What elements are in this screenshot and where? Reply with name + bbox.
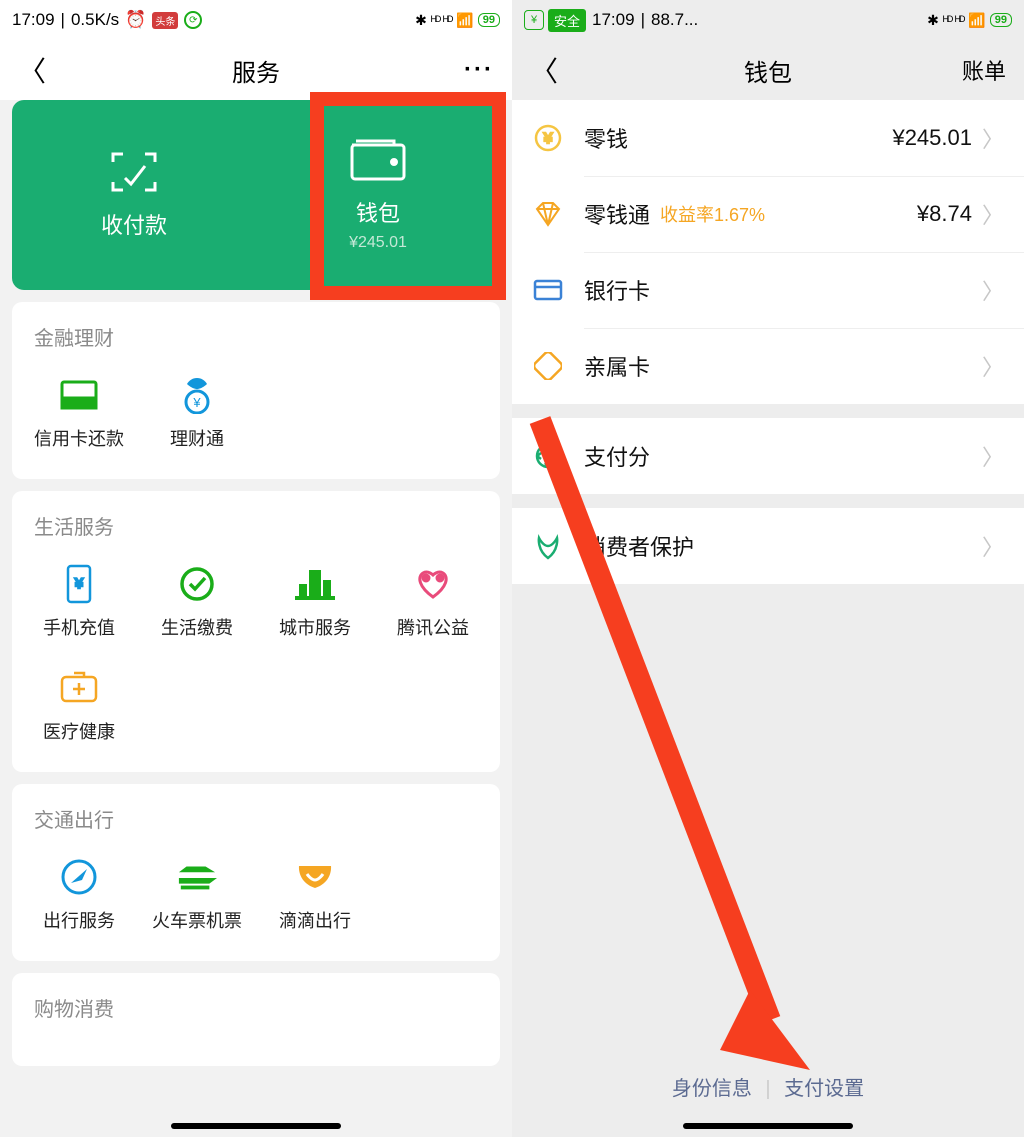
section-title-transport: 交通出行 [20,804,492,833]
wallet-button[interactable]: 钱包 ¥245.01 [256,100,500,290]
phone-wallet: ¥ 安全 17:09 | 88.7... ✱ ᴴᴰ ᴴᴰ 📶 99 〈 钱包 账… [512,0,1024,1137]
lqt-rate: 收益率1.67% [660,201,765,227]
train-icon [177,857,217,897]
med-icon [59,668,99,708]
signal-icon: ᴴᴰ ᴴᴰ [431,13,452,28]
section-title-finance: 金融理财 [20,322,492,351]
chevron-right-icon: 〉 [982,198,1004,230]
item-medical[interactable]: 医疗健康 [20,658,138,762]
chevron-right-icon: 〉 [982,530,1004,562]
phone-services: 17:09 | 0.5K/s ⏰ 头条 ⟳ ✱ ᴴᴰ ᴴᴰ 📶 99 〈 服务 … [0,0,512,1137]
row-change[interactable]: ¥ 零钱 ¥245.01 〉 [512,100,1024,176]
chevron-right-icon: 〉 [982,350,1004,382]
status-time: 17:09 [12,10,55,30]
home-indicator [171,1123,341,1129]
navbar-services: 〈 服务 ··· [0,40,512,100]
wifi-icon: 📶 [456,12,473,29]
sync-icon: ⟳ [184,11,202,29]
check-icon [177,564,217,604]
card-b-icon [530,272,566,308]
coin-y-icon: ¥ [530,120,566,156]
scan-icon [106,150,162,194]
svg-text:¥: ¥ [74,575,83,591]
nav-icon [59,857,99,897]
row-pay-score[interactable]: 支付分 〉 [512,418,1024,494]
bills-button[interactable]: 账单 [962,54,1006,86]
section-shopping: 购物消费 [12,973,500,1066]
card-icon [59,375,99,415]
back-button[interactable]: 〈 [530,50,558,90]
wallet-list-2: 支付分 〉 [512,418,1024,494]
status-pct: 88.7... [651,10,698,30]
score-icon [530,438,566,474]
lqt-value: ¥8.74 [917,201,972,227]
row-lqt[interactable]: 零钱通 收益率1.67% ¥8.74 〉 [512,176,1024,252]
status-bar-left: 17:09 | 0.5K/s ⏰ 头条 ⟳ ✱ ᴴᴰ ᴴᴰ 📶 99 [0,0,512,40]
bluetooth-icon: ✱ [927,12,939,29]
change-value: ¥245.01 [892,125,972,151]
wallet-label: 钱包 [356,196,400,228]
wallet-list-3: 消费者保护 〉 [512,508,1024,584]
wallet-balance: ¥245.01 [349,234,407,252]
svg-text:¥: ¥ [192,395,201,410]
section-transport: 交通出行 出行服务 火车票机票 滴滴出行 [12,784,500,961]
wallet-icon [350,138,406,182]
battery-icon: 99 [990,13,1012,27]
section-title-shopping: 购物消费 [20,993,492,1022]
chevron-right-icon: 〉 [982,274,1004,306]
news-badge-icon: 头条 [152,12,178,29]
heart-icon [413,564,453,604]
row-bankcard[interactable]: 银行卡 〉 [512,252,1024,328]
diamond-icon [530,196,566,232]
shield-icon: ¥ [524,10,544,30]
status-speed: 0.5K/s [71,10,119,30]
item-charity[interactable]: 腾讯公益 [374,554,492,658]
coin-icon: ¥ [177,375,217,415]
didi-icon [295,857,335,897]
section-title-life: 生活服务 [20,511,492,540]
page-title: 钱包 [512,53,1024,88]
section-life: 生活服务 ¥ 手机充值 生活缴费 城市服务 腾讯公益 医疗健康 [12,491,500,772]
bluetooth-icon: ✱ [415,12,427,29]
item-life-pay[interactable]: 生活缴费 [138,554,256,658]
pay-settings-link[interactable]: 支付设置 [784,1078,864,1100]
chevron-right-icon: 〉 [982,122,1004,154]
signal-icon: ᴴᴰ ᴴᴰ [943,13,964,28]
chevron-right-icon: 〉 [982,440,1004,472]
wallet-hero-card: 收付款 钱包 ¥245.01 [12,100,500,290]
item-city-service[interactable]: 城市服务 [256,554,374,658]
city-icon [295,564,335,604]
wallet-list-1: ¥ 零钱 ¥245.01 〉 零钱通 收益率1.67% ¥8.74 〉 银行卡 … [512,100,1024,404]
item-licaitong[interactable]: ¥ 理财通 [138,365,256,469]
status-time: 17:09 [592,10,635,30]
more-button[interactable]: ··· [464,56,494,84]
battery-icon: 99 [478,13,500,27]
pay-receive-button[interactable]: 收付款 [12,100,256,290]
row-consumer-protect[interactable]: 消费者保护 〉 [512,508,1024,584]
page-title: 服务 [0,53,512,88]
item-tickets[interactable]: 火车票机票 [138,847,256,951]
protect-icon [530,528,566,564]
back-button[interactable]: 〈 [18,50,46,90]
wifi-icon: 📶 [968,12,985,29]
identity-link[interactable]: 身份信息 [672,1078,752,1100]
family-icon [530,348,566,384]
home-indicator [683,1123,853,1129]
item-phone-topup[interactable]: ¥ 手机充值 [20,554,138,658]
alarm-icon: ⏰ [125,10,146,30]
item-didi[interactable]: 滴滴出行 [256,847,374,951]
section-finance: 金融理财 信用卡还款 ¥ 理财通 [12,302,500,479]
bottom-links: 身份信息 | 支付设置 [512,1072,1024,1101]
item-credit-repay[interactable]: 信用卡还款 [20,365,138,469]
navbar-wallet: 〈 钱包 账单 [512,40,1024,100]
item-travel[interactable]: 出行服务 [20,847,138,951]
status-bar-right: ¥ 安全 17:09 | 88.7... ✱ ᴴᴰ ᴴᴰ 📶 99 [512,0,1024,40]
pay-receive-label: 收付款 [101,208,167,240]
svg-text:¥: ¥ [543,130,553,147]
row-family-card[interactable]: 亲属卡 〉 [512,328,1024,404]
safe-label: 安全 [548,9,586,32]
phone-icon: ¥ [59,564,99,604]
